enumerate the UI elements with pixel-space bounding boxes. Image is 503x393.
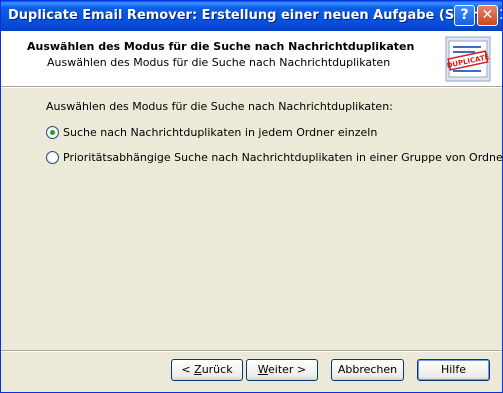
mode-label: Auswählen des Modus für die Suche nach N… bbox=[46, 100, 393, 113]
next-button[interactable]: Weiter > bbox=[246, 359, 318, 381]
radio-label[interactable]: Prioritätsabhängige Suche nach Nachricht… bbox=[63, 151, 502, 164]
back-button[interactable]: < Zurück bbox=[171, 359, 243, 381]
window-title: Duplicate Email Remover: Erstellung eine… bbox=[8, 8, 503, 23]
help-icon[interactable]: ? bbox=[454, 5, 475, 26]
help-button[interactable]: Hilfe bbox=[417, 359, 490, 381]
duplicate-stamp-icon: DUPLICATE bbox=[445, 36, 491, 82]
radio-label[interactable]: Suche nach Nachrichtduplikaten in jedem … bbox=[63, 126, 377, 139]
header-title: Auswählen des Modus für die Suche nach N… bbox=[27, 40, 415, 53]
title-bar[interactable]: Duplicate Email Remover: Erstellung eine… bbox=[1, 1, 502, 31]
radio-selected-dot bbox=[50, 130, 55, 135]
radio-button[interactable] bbox=[46, 126, 59, 139]
wizard-header: Auswählen des Modus für die Suche nach N… bbox=[1, 31, 502, 86]
cancel-button[interactable]: Abbrechen bbox=[331, 359, 404, 381]
header-divider bbox=[1, 86, 502, 88]
header-subtitle: Auswählen des Modus für die Suche nach N… bbox=[47, 56, 391, 69]
close-icon[interactable]: ✕ bbox=[477, 5, 498, 26]
footer-divider bbox=[1, 350, 502, 352]
radio-button[interactable] bbox=[46, 151, 59, 164]
wizard-window: Duplicate Email Remover: Erstellung eine… bbox=[0, 0, 503, 393]
